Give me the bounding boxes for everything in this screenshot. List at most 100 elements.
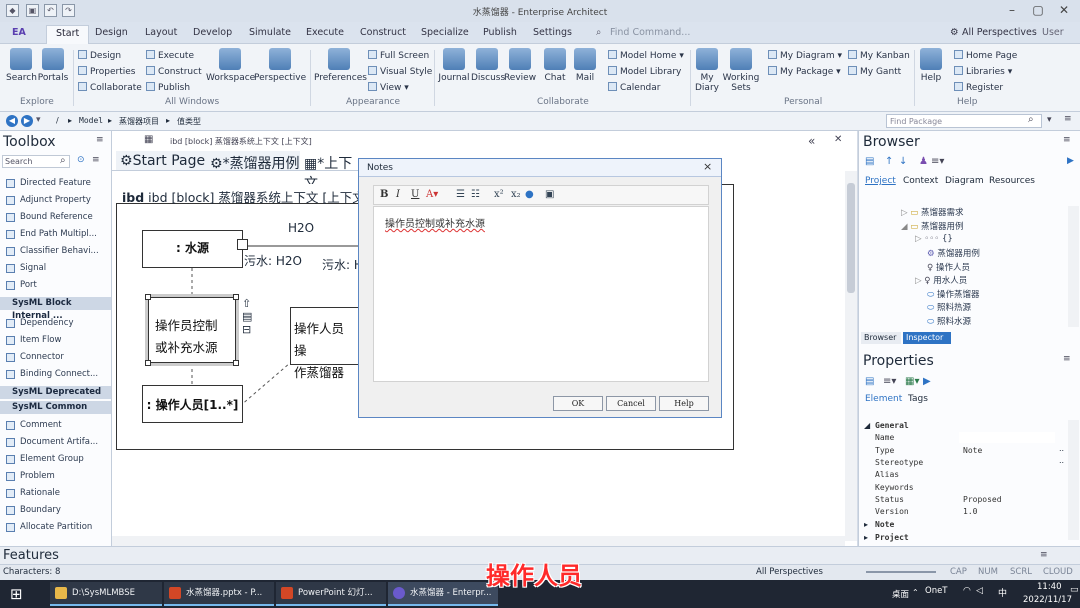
resize-handle[interactable] [145, 360, 151, 366]
tree-item-water-source[interactable]: ⬭ 照料水源 [927, 315, 971, 327]
toolbox-item-end-path-multiplicity[interactable]: End Path Multipl... [6, 229, 97, 239]
search-icon[interactable]: ⌕ [1028, 114, 1034, 125]
operator-block[interactable]: : 操作人员[1..*] [142, 385, 243, 423]
toolbox-section-deprecated[interactable]: SysML Deprecated [0, 386, 111, 399]
link-icon[interactable]: ● [525, 189, 534, 200]
help-button[interactable]: Help [659, 396, 709, 411]
bold-button[interactable]: B [380, 189, 388, 200]
prop-section-project[interactable]: Project [875, 533, 909, 542]
tab-construct[interactable]: Construct [360, 27, 406, 38]
toolbox-item-allocate-partition[interactable]: Allocate Partition [6, 522, 92, 532]
toolbox-item-signal[interactable]: Signal [6, 263, 46, 273]
bottom-tab-inspector[interactable]: Inspector [903, 332, 951, 344]
working-sets-button[interactable]: Working Sets [722, 48, 760, 93]
tab-simulate[interactable]: Simulate [249, 27, 291, 38]
scroll-thumb[interactable] [847, 183, 855, 293]
toolbox-section-block-internal[interactable]: SysML Block Internal ... [0, 297, 111, 321]
notes-textarea[interactable]: 操作员控制或补充水源 [373, 206, 709, 382]
toolbox-item-port[interactable]: Port [6, 280, 37, 290]
more-button[interactable]: .. [1059, 456, 1064, 465]
taskbar-item-pptx[interactable]: 水蒸馏器.pptx - P... [164, 582, 274, 606]
horizontal-scrollbar[interactable] [112, 536, 845, 546]
tab-element[interactable]: Element [865, 394, 902, 404]
ea-menu-logo[interactable]: EA [12, 27, 26, 38]
toolbox-item-document-artifact[interactable]: Document Artifa... [6, 437, 98, 447]
move-down-icon[interactable]: ↓ [899, 156, 907, 167]
close-button[interactable]: ✕ [1052, 3, 1076, 17]
toolbox-item-rationale[interactable]: Rationale [6, 488, 60, 498]
vertical-scrollbar[interactable] [845, 171, 857, 541]
my-diary-button[interactable]: My Diary [693, 48, 721, 93]
collapse-icon[interactable]: ◢ [864, 421, 870, 430]
perspectives-dropdown[interactable]: All Perspectives [962, 27, 1037, 38]
clock-time[interactable]: 11:40 [1037, 582, 1062, 592]
tree-item-operate-distiller[interactable]: ⬭ 操作蒸馏器 [927, 288, 979, 300]
toolbox-item-dependency[interactable]: Dependency [6, 318, 74, 328]
tree-item-use-cases[interactable]: ◢ ▭ 蒸馏器用例 [901, 220, 964, 232]
tab-design[interactable]: Design [95, 27, 128, 38]
dropdown-icon[interactable]: ▾ [1047, 115, 1052, 125]
tab-layout[interactable]: Layout [145, 27, 177, 38]
windows-start-icon[interactable]: ⊞ [10, 585, 23, 603]
prop-version-value[interactable]: 1.0 [963, 507, 977, 516]
model-home-button[interactable]: Model Home ▾ [608, 50, 684, 61]
design-button[interactable]: Design [78, 50, 121, 61]
breadcrumb-project[interactable]: 蒸馏器项目 [119, 116, 159, 127]
ok-button[interactable]: OK [553, 396, 603, 411]
breadcrumb-value-type[interactable]: 值类型 [177, 116, 201, 127]
toolbox-item-classifier-behavior[interactable]: Classifier Behavi... [6, 246, 99, 256]
journal-button[interactable]: Journal [437, 48, 471, 83]
prop-section-general[interactable]: General [875, 421, 909, 430]
find-package-input[interactable]: Find Package [886, 114, 1042, 128]
breadcrumb-model[interactable]: Model [79, 116, 103, 125]
resize-handle[interactable] [233, 294, 239, 300]
full-screen-button[interactable]: Full Screen [368, 50, 429, 61]
tab-execute[interactable]: Execute [306, 27, 344, 38]
visual-style-button[interactable]: Visual Style [368, 66, 432, 77]
execute-button[interactable]: Execute [146, 50, 194, 61]
browser-scrollbar[interactable] [1068, 206, 1079, 327]
discuss-button[interactable]: Discuss [471, 48, 505, 83]
bullet-list-icon[interactable]: ☰ [456, 189, 465, 200]
toolbox-item-directed-feature[interactable]: Directed Feature [6, 178, 91, 188]
toolbox-item-adjunct-property[interactable]: Adjunct Property [6, 195, 91, 205]
properties-scrollbar[interactable] [1068, 420, 1079, 540]
calendar-button[interactable]: Calendar [608, 82, 660, 93]
bottom-tab-browser[interactable]: Browser [861, 332, 901, 344]
wifi-icon[interactable]: ◠ [963, 586, 971, 596]
italic-button[interactable]: I [396, 189, 400, 200]
users-icon[interactable]: ♟ [919, 156, 928, 167]
menu-icon[interactable]: ≡ [1063, 135, 1071, 145]
toolbox-item-item-flow[interactable]: Item Flow [6, 335, 61, 345]
dropdown-icon[interactable]: ▾ [36, 115, 41, 125]
tree-item-water-user[interactable]: ▷ ♀ 用水人员 [915, 274, 967, 286]
numbered-list-icon[interactable]: ☷ [471, 189, 480, 200]
more-button[interactable]: .. [1059, 444, 1064, 453]
minimize-button[interactable]: – [1000, 3, 1024, 17]
tree-item-heat-source[interactable]: ⬭ 照料热源 [927, 301, 971, 313]
tab-project[interactable]: Project [865, 176, 896, 186]
mail-button[interactable]: Mail [571, 48, 599, 83]
search-button[interactable]: Search [6, 48, 37, 83]
more-icon[interactable]: ≡ [1064, 114, 1072, 124]
search-icon[interactable]: ⌕ [60, 155, 66, 166]
taskbar-item-ea[interactable]: 水蒸馏器 - Enterpr... [388, 582, 498, 606]
tab-develop[interactable]: Develop [193, 27, 232, 38]
portals-button[interactable]: Portals [36, 48, 70, 83]
toolbox-item-binding-connector[interactable]: Binding Connect... [6, 369, 98, 379]
tree-item-braces[interactable]: ▷ ◦◦◦ {} [915, 234, 953, 244]
prop-name-value[interactable] [959, 432, 1055, 443]
my-kanban-button[interactable]: My Kanban [848, 50, 910, 61]
zoom-slider[interactable] [866, 571, 936, 573]
tab-diagram[interactable]: Diagram [945, 176, 984, 186]
menu-icon[interactable]: ≡ [92, 155, 100, 165]
onenote-tray-icon[interactable]: OneT [925, 586, 948, 596]
review-button[interactable]: Review [503, 48, 537, 83]
collaborate-window-button[interactable]: Collaborate [78, 82, 142, 93]
libraries-button[interactable]: Libraries ▾ [954, 66, 1012, 77]
tab-context[interactable]: Context [903, 176, 938, 186]
model-library-button[interactable]: Model Library [608, 66, 681, 77]
menu-icon[interactable]: ≡ [1040, 550, 1048, 560]
preferences-button[interactable]: Preferences [314, 48, 367, 83]
desktop-button[interactable]: 桌面 [892, 588, 909, 600]
